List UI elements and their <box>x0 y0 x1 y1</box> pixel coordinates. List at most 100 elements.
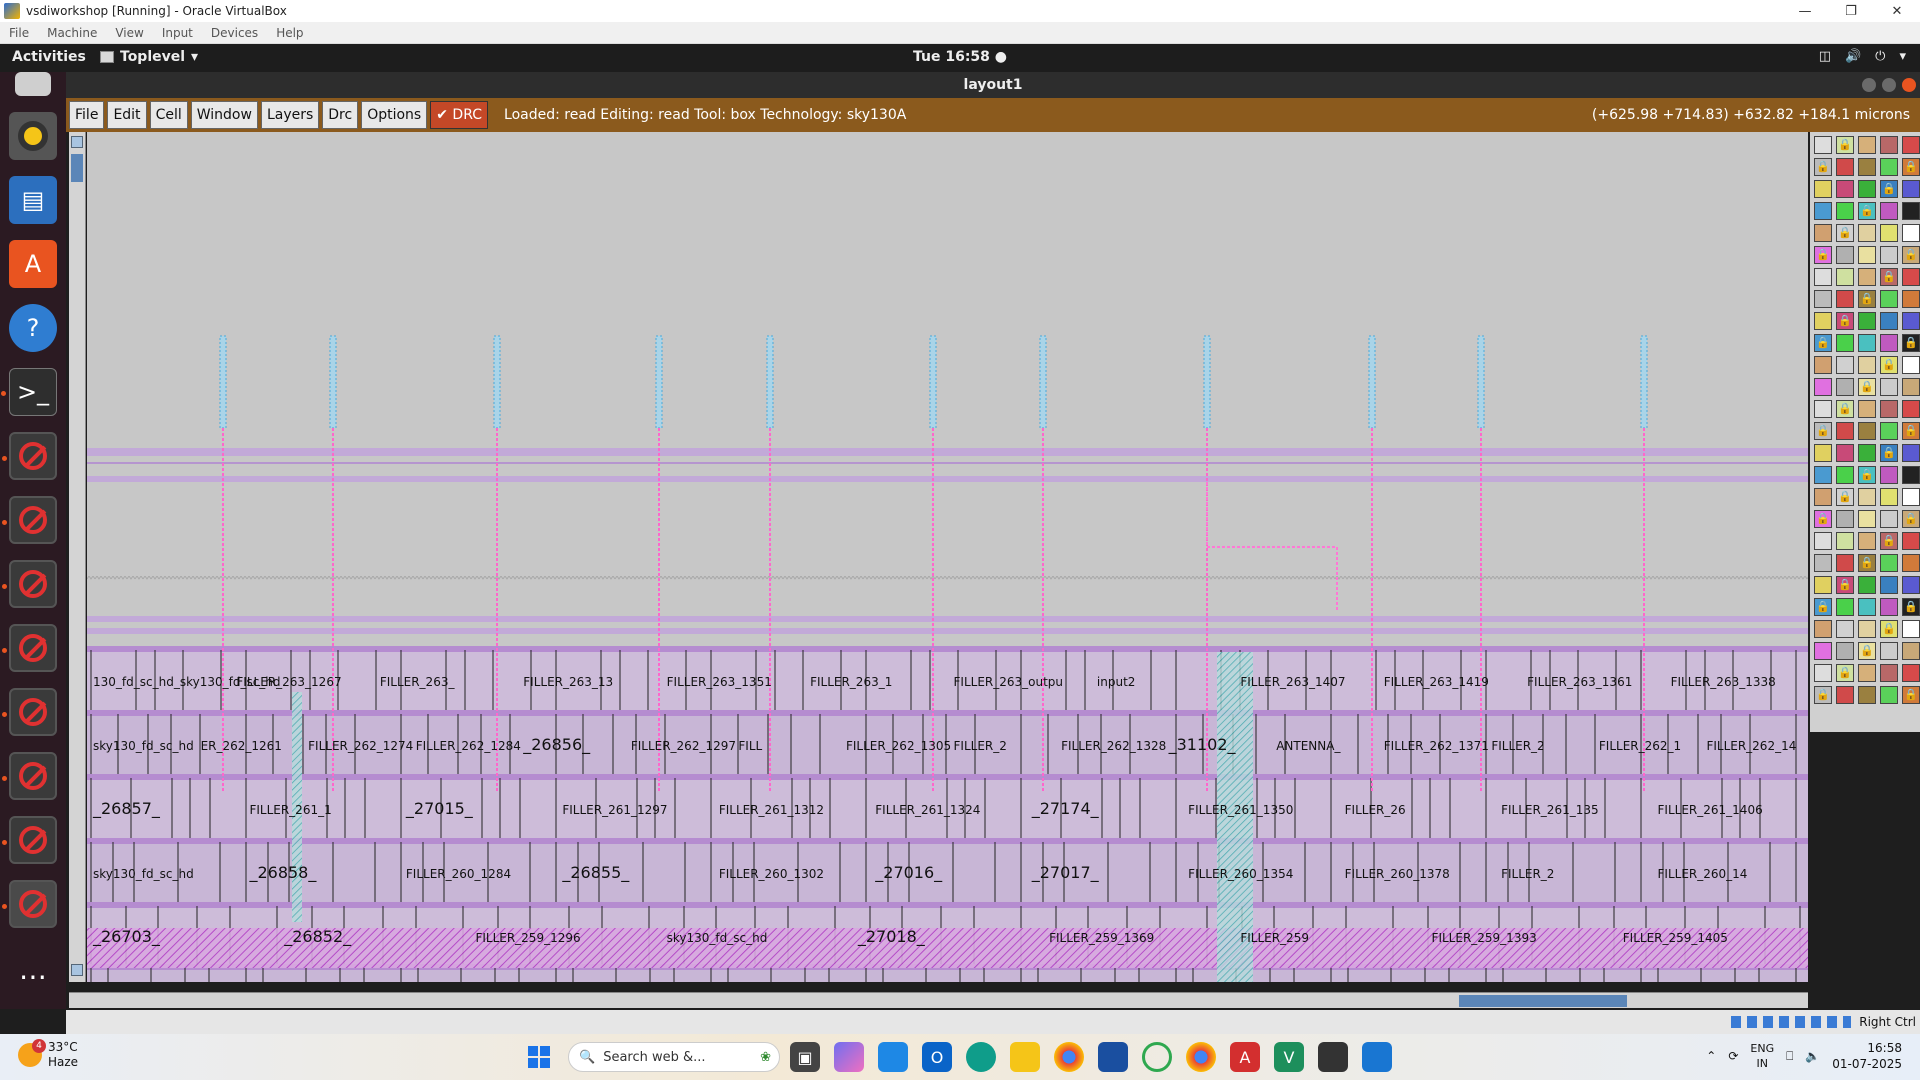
language-indicator[interactable]: ENG IN <box>1750 1041 1774 1071</box>
layer-swatch[interactable] <box>1814 202 1832 220</box>
layer-swatch[interactable]: 🔒 <box>1880 180 1898 198</box>
layer-swatch[interactable] <box>1836 642 1854 660</box>
layer-swatch[interactable] <box>1902 532 1920 550</box>
vb-menu-input[interactable]: Input <box>153 26 202 40</box>
magic-menu-window[interactable]: Window <box>190 101 258 129</box>
layer-swatch[interactable] <box>1902 444 1920 462</box>
close-icon[interactable]: ✕ <box>1874 0 1920 22</box>
chevron-up-icon[interactable]: ⌃ <box>1706 1049 1716 1063</box>
drive-icon[interactable] <box>15 72 51 96</box>
layer-swatch[interactable] <box>1858 686 1876 704</box>
layer-swatch[interactable]: 🔒 <box>1902 246 1920 264</box>
layer-swatch[interactable] <box>1814 532 1832 550</box>
layer-swatch[interactable] <box>1836 246 1854 264</box>
layer-swatch[interactable] <box>1880 576 1898 594</box>
maximize-icon[interactable] <box>1882 78 1896 92</box>
weather-widget[interactable]: 4 33°C Haze <box>18 1039 78 1070</box>
layer-swatch[interactable] <box>1814 180 1832 198</box>
sync-icon[interactable]: ⟳ <box>1728 1049 1738 1063</box>
layer-swatch[interactable] <box>1836 686 1854 704</box>
layer-swatch[interactable] <box>1836 466 1854 484</box>
layer-swatch[interactable] <box>1902 312 1920 330</box>
layer-swatch[interactable] <box>1858 664 1876 682</box>
layer-swatch[interactable] <box>1858 268 1876 286</box>
layer-swatch[interactable]: 🔒 <box>1836 400 1854 418</box>
vb-menu-view[interactable]: View <box>106 26 152 40</box>
layer-swatch[interactable] <box>1814 444 1832 462</box>
layer-swatch[interactable] <box>1836 554 1854 572</box>
layer-swatch[interactable] <box>1836 598 1854 616</box>
layer-swatch[interactable] <box>1836 532 1854 550</box>
layer-swatch[interactable] <box>1814 554 1832 572</box>
layer-swatch[interactable]: 🔒 <box>1836 224 1854 242</box>
layer-swatch[interactable] <box>1880 202 1898 220</box>
vb-menu-devices[interactable]: Devices <box>202 26 267 40</box>
scroll-up-icon[interactable] <box>71 136 83 148</box>
layer-swatch[interactable] <box>1836 180 1854 198</box>
layer-swatch[interactable] <box>1858 400 1876 418</box>
edge-icon[interactable] <box>966 1042 996 1072</box>
layer-swatch[interactable] <box>1858 598 1876 616</box>
layer-swatch[interactable]: 🔒 <box>1902 422 1920 440</box>
magic-menu-drc[interactable]: Drc <box>322 101 359 129</box>
blocked-app-icon[interactable] <box>2 560 57 608</box>
layer-swatch[interactable]: 🔒 <box>1836 664 1854 682</box>
layer-swatch[interactable] <box>1858 510 1876 528</box>
layer-swatch[interactable] <box>1858 312 1876 330</box>
layer-swatch[interactable] <box>1858 136 1876 154</box>
show-apps-icon[interactable]: ⋯ <box>9 952 57 1000</box>
outlook-icon[interactable]: O <box>922 1042 952 1072</box>
layer-swatch[interactable] <box>1902 290 1920 308</box>
layer-swatch[interactable] <box>1814 642 1832 660</box>
layer-swatch[interactable]: 🔒 <box>1858 378 1876 396</box>
layer-swatch[interactable] <box>1880 158 1898 176</box>
layer-swatch[interactable] <box>1836 158 1854 176</box>
layer-swatch[interactable]: 🔒 <box>1814 158 1832 176</box>
status-device-icons[interactable] <box>1731 1016 1852 1028</box>
refresh-app-icon[interactable] <box>1142 1042 1172 1072</box>
layer-swatch[interactable]: 🔒 <box>1814 334 1832 352</box>
layer-swatch[interactable] <box>1858 576 1876 594</box>
layer-swatch[interactable] <box>1858 246 1876 264</box>
layer-swatch[interactable]: 🔒 <box>1814 686 1832 704</box>
chrome-profile-icon[interactable] <box>1186 1042 1216 1072</box>
layer-swatch[interactable]: 🔒 <box>1858 466 1876 484</box>
layer-swatch[interactable] <box>1858 620 1876 638</box>
layer-swatch[interactable] <box>1880 466 1898 484</box>
volume-icon[interactable]: 🔈 <box>1805 1049 1820 1063</box>
layer-swatch[interactable] <box>1836 422 1854 440</box>
layer-swatch[interactable] <box>1814 400 1832 418</box>
layer-swatch[interactable] <box>1880 598 1898 616</box>
blocked-app-icon[interactable] <box>2 816 57 864</box>
blocked-app-icon[interactable] <box>2 752 57 800</box>
search-box[interactable]: 🔍 Search web &... ❀ <box>568 1042 780 1072</box>
layer-swatch[interactable]: 🔒 <box>1902 686 1920 704</box>
magic-menu-options[interactable]: Options <box>361 101 428 129</box>
layer-swatch[interactable]: 🔒 <box>1880 620 1898 638</box>
layer-swatch[interactable] <box>1880 312 1898 330</box>
layer-swatch[interactable] <box>1836 268 1854 286</box>
layer-swatch[interactable] <box>1836 356 1854 374</box>
layer-swatch[interactable] <box>1880 290 1898 308</box>
layer-swatch[interactable] <box>1858 422 1876 440</box>
layer-swatch[interactable] <box>1880 224 1898 242</box>
layer-swatch[interactable] <box>1814 290 1832 308</box>
layer-swatch[interactable] <box>1814 136 1832 154</box>
layer-swatch[interactable] <box>1902 642 1920 660</box>
vertical-scroll-thumb[interactable] <box>71 154 83 182</box>
layer-swatch[interactable]: 🔒 <box>1880 268 1898 286</box>
layer-swatch[interactable]: 🔒 <box>1836 312 1854 330</box>
layer-swatch[interactable] <box>1880 510 1898 528</box>
terminal-icon[interactable]: >_ <box>1 368 57 416</box>
layer-swatch[interactable] <box>1902 488 1920 506</box>
layer-swatch[interactable]: 🔒 <box>1880 356 1898 374</box>
layer-swatch[interactable]: 🔒 <box>1858 642 1876 660</box>
layer-swatch[interactable] <box>1836 334 1854 352</box>
vb-menu-machine[interactable]: Machine <box>38 26 106 40</box>
store-icon[interactable] <box>1098 1042 1128 1072</box>
layer-swatch[interactable] <box>1880 246 1898 264</box>
blocked-app-icon[interactable] <box>2 880 57 928</box>
magic-menu-layers[interactable]: Layers <box>260 101 320 129</box>
layer-swatch[interactable] <box>1858 444 1876 462</box>
layer-swatch[interactable]: 🔒 <box>1880 444 1898 462</box>
